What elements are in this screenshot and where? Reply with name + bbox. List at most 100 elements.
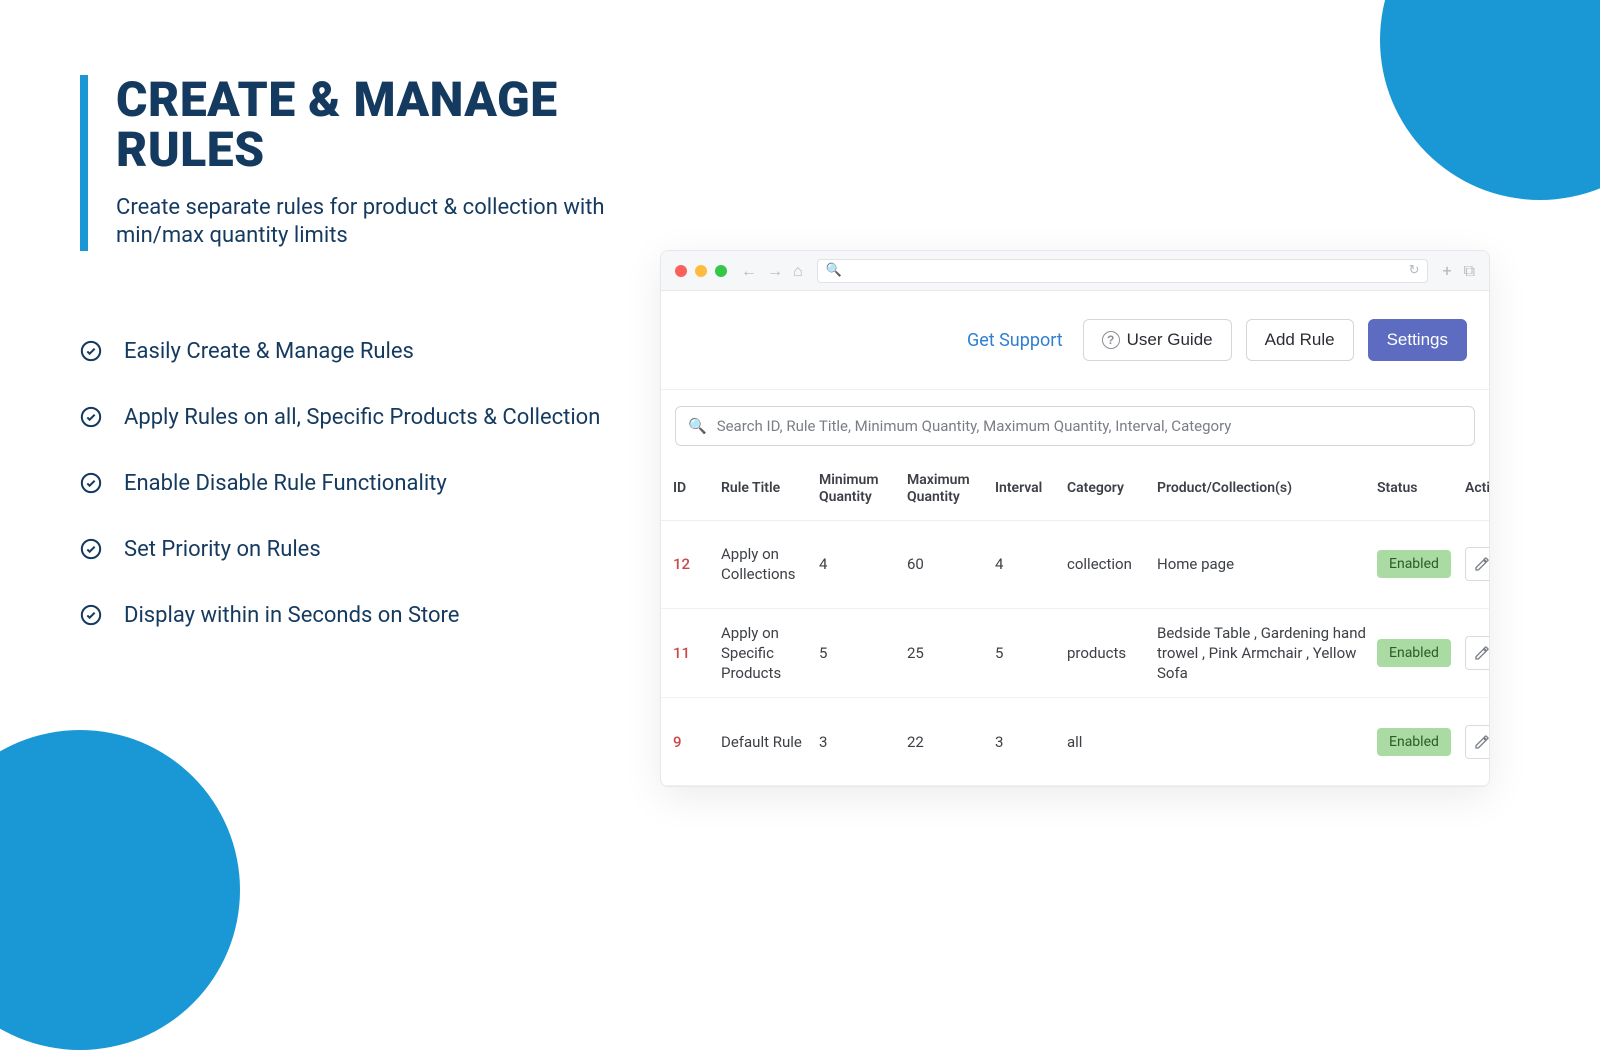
cell-interval: 3 bbox=[995, 733, 1067, 751]
check-circle-icon bbox=[80, 538, 102, 560]
feature-item: Set Priority on Rules bbox=[80, 534, 620, 566]
cell-status: Enabled bbox=[1377, 639, 1465, 667]
col-interval: Interval bbox=[995, 480, 1067, 497]
page-subtitle: Create separate rules for product & coll… bbox=[116, 194, 620, 251]
user-guide-label: User Guide bbox=[1127, 330, 1213, 350]
cell-id: 11 bbox=[673, 644, 721, 662]
col-max-qty: Maximum Quantity bbox=[907, 472, 995, 506]
help-icon: ? bbox=[1102, 331, 1120, 349]
cell-min: 5 bbox=[819, 644, 907, 662]
cell-actions bbox=[1465, 725, 1490, 759]
add-rule-button[interactable]: Add Rule bbox=[1246, 319, 1354, 361]
pencil-icon bbox=[1474, 645, 1490, 661]
col-category: Category bbox=[1067, 480, 1157, 497]
browser-actions: + ⧉ bbox=[1442, 261, 1475, 281]
feature-text: Set Priority on Rules bbox=[124, 534, 321, 566]
settings-label: Settings bbox=[1387, 330, 1448, 350]
browser-chrome: ← → ⌂ 🔍 ↻ + ⧉ bbox=[661, 251, 1489, 291]
cell-id: 9 bbox=[673, 733, 721, 751]
page-title: CREATE & MANAGE RULES bbox=[116, 75, 620, 176]
check-circle-icon bbox=[80, 406, 102, 428]
home-icon[interactable]: ⌂ bbox=[793, 261, 803, 281]
cell-min: 4 bbox=[819, 555, 907, 573]
table-row: 12 Apply on Collections 4 60 4 collectio… bbox=[661, 521, 1489, 609]
feature-list: Easily Create & Manage Rules Apply Rules… bbox=[80, 336, 620, 631]
cell-category: products bbox=[1067, 644, 1157, 662]
copy-icon[interactable]: ⧉ bbox=[1464, 261, 1475, 281]
cell-products: Bedside Table , Gardening hand trowel , … bbox=[1157, 623, 1377, 684]
decoration-circle-top bbox=[1380, 0, 1600, 200]
feature-item: Enable Disable Rule Functionality bbox=[80, 468, 620, 500]
col-rule-title: Rule Title bbox=[721, 480, 819, 497]
cell-max: 22 bbox=[907, 733, 995, 751]
search-row: 🔍 Search ID, Rule Title, Minimum Quantit… bbox=[661, 390, 1489, 458]
maximize-window-icon[interactable] bbox=[715, 265, 727, 277]
col-products: Product/Collection(s) bbox=[1157, 480, 1377, 497]
edit-button[interactable] bbox=[1465, 636, 1490, 670]
feature-item: Apply Rules on all, Specific Products & … bbox=[80, 402, 620, 434]
table-header: ID Rule Title Minimum Quantity Maximum Q… bbox=[661, 458, 1489, 521]
cell-status: Enabled bbox=[1377, 550, 1465, 578]
cell-actions bbox=[1465, 547, 1490, 581]
address-bar[interactable]: 🔍 ↻ bbox=[817, 259, 1429, 283]
feature-text: Apply Rules on all, Specific Products & … bbox=[124, 402, 600, 434]
cell-interval: 5 bbox=[995, 644, 1067, 662]
edit-button[interactable] bbox=[1465, 725, 1490, 759]
cell-title: Default Rule bbox=[721, 732, 819, 752]
table-row: 11 Apply on Specific Products 5 25 5 pro… bbox=[661, 609, 1489, 699]
pencil-icon bbox=[1474, 734, 1490, 750]
cell-min: 3 bbox=[819, 733, 907, 751]
get-support-link[interactable]: Get Support bbox=[967, 330, 1063, 351]
cell-max: 25 bbox=[907, 644, 995, 662]
new-tab-icon[interactable]: + bbox=[1442, 261, 1451, 281]
refresh-icon[interactable]: ↻ bbox=[1409, 263, 1420, 278]
app-toolbar: Get Support ? User Guide Add Rule Settin… bbox=[661, 291, 1489, 390]
heading-accent: CREATE & MANAGE RULES Create separate ru… bbox=[80, 75, 620, 251]
close-window-icon[interactable] bbox=[675, 265, 687, 277]
cell-products: Home page bbox=[1157, 554, 1377, 574]
pencil-icon bbox=[1474, 556, 1490, 572]
decoration-circle-bottom bbox=[0, 730, 240, 1050]
edit-button[interactable] bbox=[1465, 547, 1490, 581]
forward-icon[interactable]: → bbox=[767, 261, 783, 281]
col-action: Action bbox=[1465, 480, 1490, 497]
search-placeholder: Search ID, Rule Title, Minimum Quantity,… bbox=[717, 417, 1232, 435]
cell-title: Apply on Collections bbox=[721, 544, 819, 585]
feature-item: Display within in Seconds on Store bbox=[80, 600, 620, 632]
cell-max: 60 bbox=[907, 555, 995, 573]
col-min-qty: Minimum Quantity bbox=[819, 472, 907, 506]
search-icon: 🔍 bbox=[688, 417, 707, 435]
status-badge: Enabled bbox=[1377, 550, 1451, 578]
cell-actions bbox=[1465, 636, 1490, 670]
cell-id: 12 bbox=[673, 555, 721, 573]
nav-controls: ← → ⌂ bbox=[741, 261, 803, 281]
table-row: 9 Default Rule 3 22 3 all Enabled bbox=[661, 698, 1489, 786]
check-circle-icon bbox=[80, 472, 102, 494]
rules-table: ID Rule Title Minimum Quantity Maximum Q… bbox=[661, 458, 1489, 786]
cell-title: Apply on Specific Products bbox=[721, 623, 819, 684]
hero-section: CREATE & MANAGE RULES Create separate ru… bbox=[80, 75, 620, 665]
search-input[interactable]: 🔍 Search ID, Rule Title, Minimum Quantit… bbox=[675, 406, 1475, 446]
cell-status: Enabled bbox=[1377, 728, 1465, 756]
settings-button[interactable]: Settings bbox=[1368, 319, 1467, 361]
col-id: ID bbox=[673, 480, 721, 497]
add-rule-label: Add Rule bbox=[1265, 330, 1335, 350]
feature-text: Easily Create & Manage Rules bbox=[124, 336, 414, 368]
col-status: Status bbox=[1377, 480, 1465, 497]
search-icon: 🔍 bbox=[826, 263, 842, 278]
check-circle-icon bbox=[80, 340, 102, 362]
window-controls bbox=[675, 265, 727, 277]
feature-text: Display within in Seconds on Store bbox=[124, 600, 459, 632]
cell-category: collection bbox=[1067, 555, 1157, 573]
feature-item: Easily Create & Manage Rules bbox=[80, 336, 620, 368]
browser-window: ← → ⌂ 🔍 ↻ + ⧉ Get Support ? User Guide A… bbox=[660, 250, 1490, 787]
user-guide-button[interactable]: ? User Guide bbox=[1083, 319, 1232, 361]
status-badge: Enabled bbox=[1377, 728, 1451, 756]
back-icon[interactable]: ← bbox=[741, 261, 757, 281]
status-badge: Enabled bbox=[1377, 639, 1451, 667]
feature-text: Enable Disable Rule Functionality bbox=[124, 468, 447, 500]
cell-interval: 4 bbox=[995, 555, 1067, 573]
check-circle-icon bbox=[80, 604, 102, 626]
minimize-window-icon[interactable] bbox=[695, 265, 707, 277]
cell-category: all bbox=[1067, 733, 1157, 751]
